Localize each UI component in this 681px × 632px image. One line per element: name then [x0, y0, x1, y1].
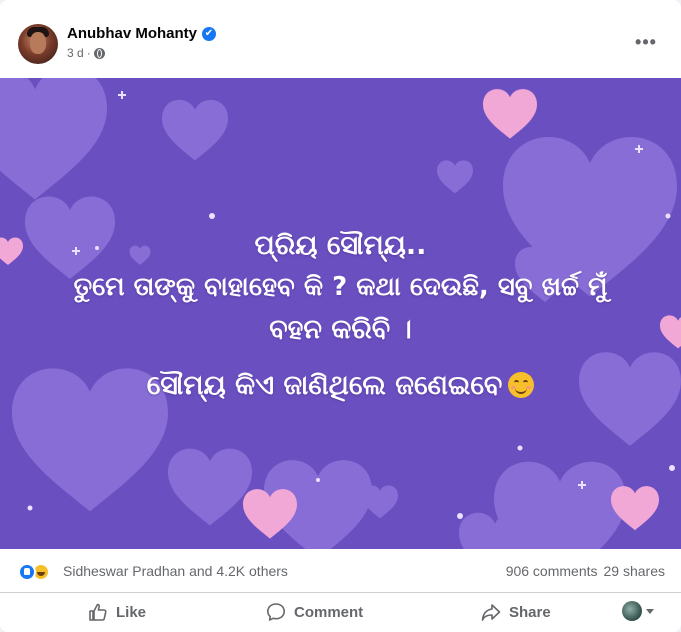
image-caption: ପ୍ରିୟ ସୌମ୍ୟ.. ତୁମେ ତାଙ୍କୁ ବାହାହେବ କି ? କ… [0, 78, 681, 549]
post-actions: Like Comment Share [0, 593, 681, 632]
caption-line-4-text: ସୌମ୍ୟ କିଏ ଜାଣିଥିଲେ ଜଣେଇବେ [146, 370, 503, 401]
thumbs-up-icon [89, 603, 107, 621]
globe-icon [93, 47, 105, 59]
post-card: Anubhav Mohanty ✔ 3 d · ••• ପ୍ରିୟ ସୌମ୍ୟ.… [0, 0, 681, 632]
caption-line-4: ସୌମ୍ୟ କିଏ ଜାଣିଥିଲେ ଜଣେଇବେ [0, 370, 681, 402]
meta-separator: · [86, 46, 91, 60]
author-row: Anubhav Mohanty ✔ [67, 25, 216, 42]
comment-button[interactable]: Comment [266, 597, 363, 627]
audience-profile-selector[interactable] [622, 601, 654, 621]
comment-label: Comment [294, 603, 364, 621]
reaction-stats: Sidheswar Pradhan and 4.2K others 906 co… [0, 549, 681, 593]
caption-line-1: ପ୍ରିୟ ସୌମ୍ୟ.. [254, 230, 427, 261]
caption-line-2: ତୁମେ ତାଙ୍କୁ ବାହାହେବ କି ? କଥା ଦେଉଛି, ସବୁ … [73, 272, 608, 302]
chevron-down-icon [646, 608, 654, 614]
like-label: Like [116, 603, 147, 621]
share-arrow-icon [481, 604, 501, 621]
post-meta: 3 d · [67, 46, 105, 60]
like-button[interactable]: Like [88, 597, 146, 627]
reaction-icons[interactable] [18, 563, 50, 581]
shares-count[interactable]: 29 shares [604, 563, 665, 579]
author-name[interactable]: Anubhav Mohanty [67, 25, 197, 42]
verified-icon: ✔ [202, 26, 216, 41]
like-reaction-icon [18, 563, 36, 581]
reactors-summary[interactable]: Sidheswar Pradhan and 4.2K others [63, 563, 288, 579]
comment-bubble-icon [267, 603, 285, 621]
author-avatar[interactable] [18, 24, 58, 64]
share-label: Share [509, 603, 551, 621]
share-button[interactable]: Share [481, 597, 551, 627]
profile-avatar [622, 601, 642, 621]
comments-count[interactable]: 906 comments [506, 563, 598, 579]
post-header: Anubhav Mohanty ✔ 3 d · ••• [0, 0, 681, 78]
more-options-button[interactable]: ••• [628, 30, 664, 54]
caption-line-3: ବହନ କରିବି । [269, 314, 412, 345]
post-time[interactable]: 3 d [67, 46, 84, 60]
smiling-face-emoji-icon [508, 372, 535, 398]
avatar-face [30, 32, 46, 54]
post-image[interactable]: ପ୍ରିୟ ସୌମ୍ୟ.. ତୁମେ ତାଙ୍କୁ ବାହାହେବ କି ? କ… [0, 78, 681, 549]
engagement-counts: 906 comments 29 shares [506, 563, 665, 579]
